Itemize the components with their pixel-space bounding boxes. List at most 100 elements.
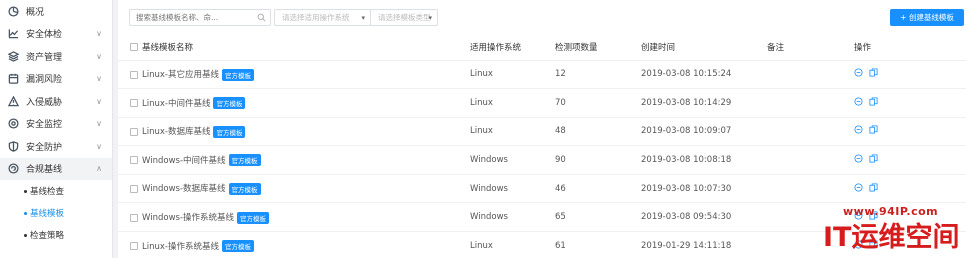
official-badge: 官方模板 — [221, 68, 254, 81]
official-badge: 官方模板 — [213, 97, 246, 110]
os-cell: Windows — [470, 174, 555, 204]
official-badge: 官方模板 — [213, 125, 246, 138]
count-cell: 48 — [555, 117, 641, 147]
sidebar-item-label: 漏洞风险 — [26, 75, 63, 86]
view-icon[interactable] — [854, 154, 863, 163]
note-cell — [767, 174, 854, 204]
sidebar-item-label: 安全体检 — [26, 30, 63, 41]
subnav-item-label: 检查策略 — [30, 231, 65, 241]
chevron-down-icon: ∨ — [96, 29, 102, 39]
copy-icon[interactable] — [869, 183, 878, 192]
table-row: Linux-中间件基线 官方模板 Linux 70 2019-03-08 10:14:2… — [118, 88, 966, 118]
official-badge: 官方模板 — [221, 240, 254, 253]
view-icon[interactable] — [854, 97, 863, 106]
vulnerability-icon — [6, 72, 20, 86]
os-select[interactable]: 请选择适用操作系统 ▾ — [274, 9, 371, 26]
sidebar-item-3[interactable]: 漏洞风险 ∨ — [0, 68, 112, 91]
name-cell: Linux-其它应用基线 官方模板 — [118, 60, 470, 90]
create-template-button[interactable]: + 创建基线模板 — [890, 9, 964, 26]
chevron-down-icon: ∨ — [96, 141, 102, 151]
table-row: Windows-中间件基线 官方模板 Windows 90 2019-03-08 10:… — [118, 145, 966, 175]
name-cell: Linux-操作系统基线 官方模板 — [118, 231, 470, 258]
copy-icon[interactable] — [869, 125, 878, 134]
search-box[interactable] — [129, 9, 271, 26]
chevron-up-icon: ∧ — [96, 164, 102, 174]
os-cell: Linux — [470, 117, 555, 147]
official-badge: 官方模板 — [237, 211, 270, 224]
sidebar: 概况 安全体检 ∨ 资产管理 ∨ 漏洞风险 ∨ 入侵威胁 ∨ 安全监控 ∨ 安全防护 ∨ 合规基线 ∧ 基线… — [0, 0, 113, 258]
count-cell: 70 — [555, 88, 641, 118]
actions-cell — [854, 60, 966, 90]
time-cell: 2019-03-08 10:08:18 — [641, 145, 767, 175]
chevron-down-icon: ∨ — [96, 51, 102, 61]
row-checkbox[interactable] — [130, 127, 138, 136]
sidebar-item-2[interactable]: 资产管理 ∨ — [0, 45, 112, 68]
count-cell: 46 — [555, 174, 641, 204]
template-name: Linux-操作系统基线 — [142, 241, 219, 252]
sidebar-item-6[interactable]: 安全防护 ∨ — [0, 135, 112, 158]
sidebar-item-7[interactable]: 合规基线 ∧ — [0, 157, 112, 180]
header-name-cell: 基线模板名称 — [118, 34, 470, 61]
template-name: Windows-操作系统基线 — [142, 213, 235, 224]
actions-cell — [854, 117, 966, 147]
row-checkbox[interactable] — [130, 213, 138, 222]
template-name: Linux-数据库基线 — [142, 127, 211, 138]
header-name: 基线模板名称 — [142, 42, 194, 53]
row-checkbox[interactable] — [130, 184, 138, 193]
checkup-icon — [6, 27, 20, 41]
sidebar-item-5[interactable]: 安全监控 ∨ — [0, 113, 112, 136]
sidebar-item-0[interactable]: 概况 — [0, 0, 112, 23]
note-cell — [767, 117, 854, 147]
header-note: 备注 — [767, 34, 854, 61]
row-checkbox[interactable] — [130, 242, 138, 251]
os-cell: Windows — [470, 202, 555, 233]
toolbar: 请选择适用操作系统 ▾ 请选择模板类型 ▾ + 创建基线模板 — [118, 0, 966, 34]
search-icon[interactable] — [257, 13, 266, 22]
name-cell: Windows-数据库基线 官方模板 — [118, 174, 470, 204]
subnav-item-2[interactable]: 检查策略 — [0, 224, 112, 246]
sidebar-item-label: 资产管理 — [26, 52, 63, 63]
app-root: 概况 安全体检 ∨ 资产管理 ∨ 漏洞风险 ∨ 入侵威胁 ∨ 安全监控 ∨ 安全防护 ∨ 合规基线 ∧ 基线… — [0, 0, 966, 258]
name-cell: Linux-中间件基线 官方模板 — [118, 88, 470, 118]
shield-icon — [6, 139, 20, 153]
table-row: Windows-数据库基线 官方模板 Windows 46 2019-03-08 10:… — [118, 174, 966, 204]
view-icon[interactable] — [854, 125, 863, 134]
sidebar-item-1[interactable]: 安全体检 ∨ — [0, 23, 112, 46]
actions-cell — [854, 174, 966, 204]
view-icon[interactable] — [854, 183, 863, 192]
select-all-checkbox[interactable] — [130, 43, 138, 52]
table-header-row: 基线模板名称 适用操作系统 检测项数量 创建时间 备注 操作 — [118, 34, 966, 61]
copy-icon[interactable] — [869, 68, 878, 77]
count-cell: 90 — [555, 145, 641, 175]
template-name: Windows-中间件基线 — [142, 155, 226, 166]
nav-list: 概况 安全体检 ∨ 资产管理 ∨ 漏洞风险 ∨ 入侵威胁 ∨ 安全监控 ∨ 安全防护 ∨ 合规基线 ∧ — [0, 0, 112, 180]
os-select-value: 请选择适用操作系统 — [282, 13, 350, 22]
type-select[interactable]: 请选择模板类型 ▾ — [370, 9, 438, 26]
sidebar-item-4[interactable]: 入侵威胁 ∨ — [0, 90, 112, 113]
chevron-down-icon: ∨ — [96, 119, 102, 129]
time-cell: 2019-03-08 10:15:24 — [641, 60, 767, 90]
name-cell: Windows-中间件基线 官方模板 — [118, 145, 470, 175]
copy-icon[interactable] — [869, 154, 878, 163]
subnav-item-1[interactable]: 基线模板 — [0, 202, 112, 224]
view-icon[interactable] — [854, 68, 863, 77]
sidebar-item-label: 入侵威胁 — [26, 97, 63, 108]
note-cell — [767, 145, 854, 175]
row-checkbox[interactable] — [130, 156, 138, 165]
header-actions: 操作 — [854, 34, 966, 61]
count-cell: 12 — [555, 60, 641, 90]
watermark-logo: IT运维空间 — [823, 222, 960, 253]
subnav-item-0[interactable]: 基线检查 — [0, 180, 112, 202]
header-count: 检测项数量 — [555, 34, 641, 61]
chevron-down-icon: ∨ — [96, 96, 102, 106]
copy-icon[interactable] — [869, 97, 878, 106]
name-cell: Windows-操作系统基线 官方模板 — [118, 202, 470, 233]
header-time: 创建时间 — [641, 34, 767, 61]
main-content: 请选择适用操作系统 ▾ 请选择模板类型 ▾ + 创建基线模板 基线模板名称 适用… — [118, 0, 966, 258]
search-input[interactable] — [136, 13, 254, 22]
sidebar-item-label: 概况 — [26, 7, 45, 18]
os-cell: Linux — [470, 60, 555, 90]
row-checkbox[interactable] — [130, 99, 138, 108]
chevron-down-icon: ▾ — [428, 14, 432, 22]
row-checkbox[interactable] — [130, 70, 138, 79]
